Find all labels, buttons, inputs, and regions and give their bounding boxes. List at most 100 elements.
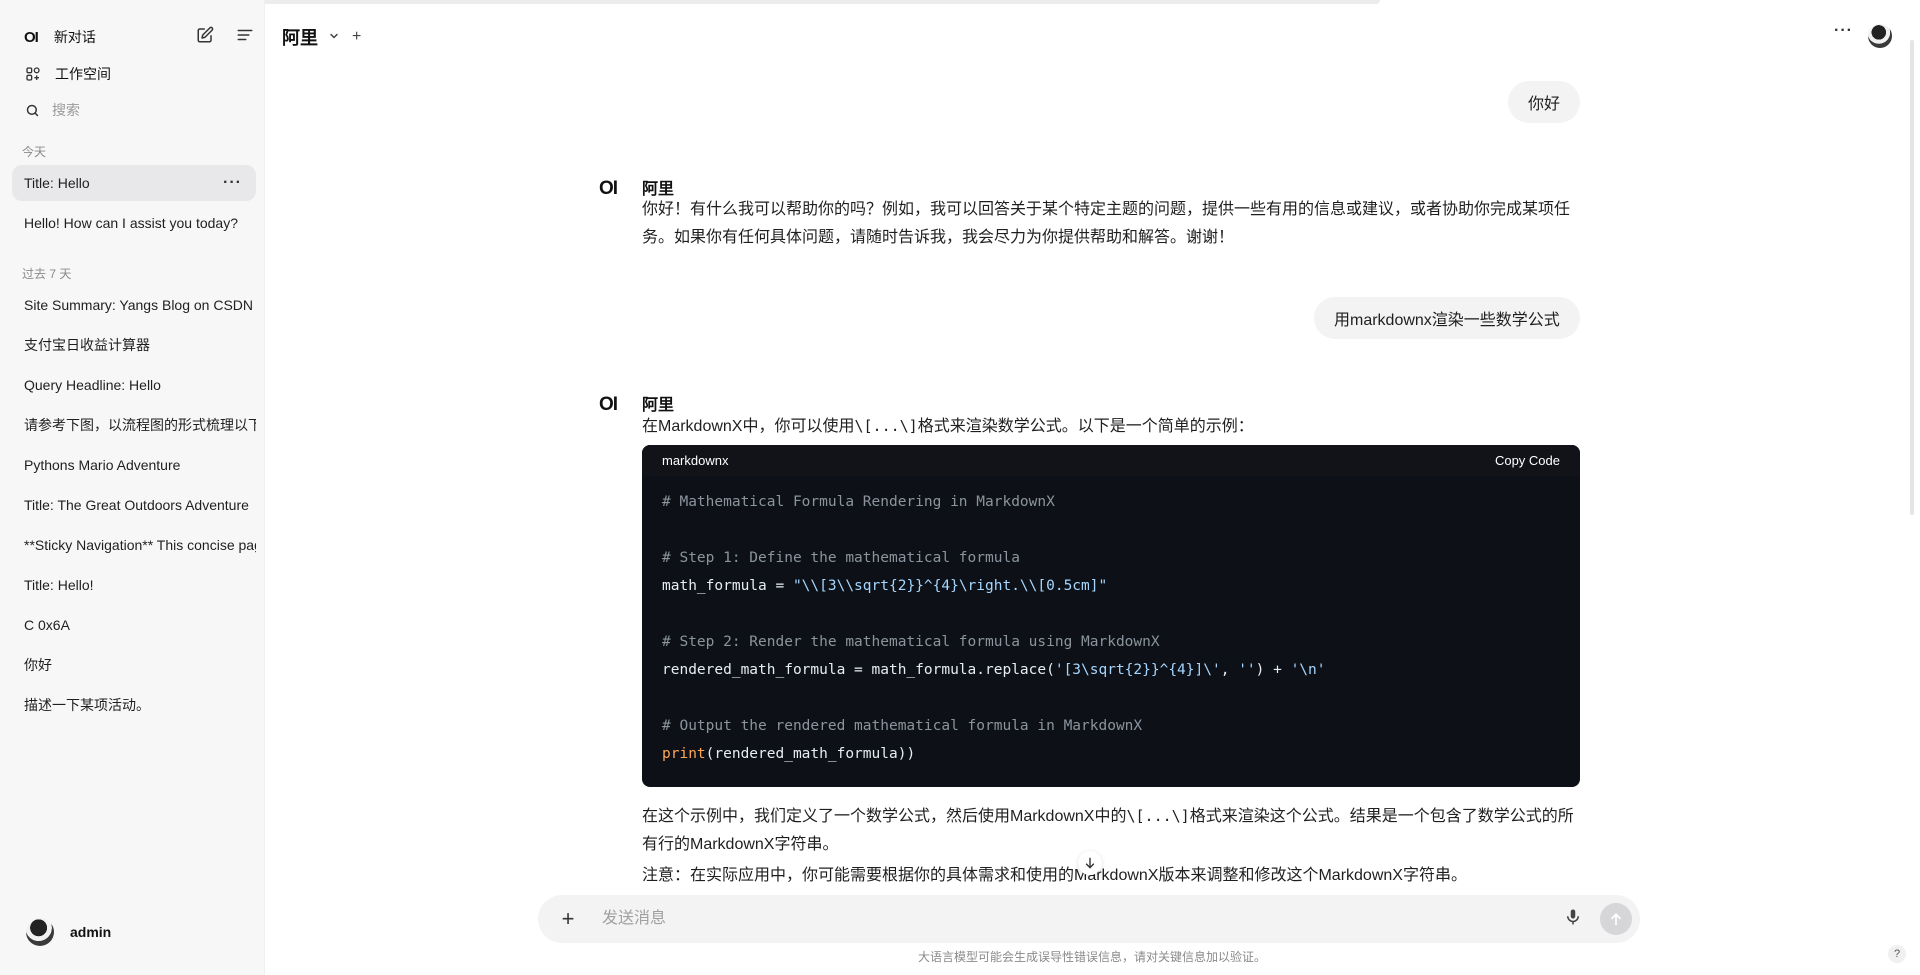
chat-item[interactable]: Title: Hello! [12,567,256,603]
code-token: '[3\sqrt{2}}^{4}]\' [1054,662,1221,678]
copy-code-button[interactable]: Copy Code [1495,453,1560,468]
code-header: markdownx Copy Code [642,445,1580,476]
more-options-icon[interactable]: ··· [1834,22,1853,40]
chat-item-label: 请参考下图，以流程图的形式梳理以下内容 [24,417,256,433]
code-block: markdownx Copy Code # Mathematical Formu… [642,445,1580,787]
assistant-intro: 在MarkdownX中，你可以使用\[...\]格式来渲染数学公式。以下是一个简… [642,412,1582,441]
sidebar-search[interactable] [12,96,252,124]
disclaimer: 大语言模型可能会生成误导性错误信息，请对关键信息加以验证。 [917,950,1266,964]
code-token: "\\[3\\sqrt{2}}^{4}\right.\\[0.5cm]" [792,578,1108,594]
section-label-today: 今天 [22,145,47,159]
chat-item[interactable]: Title: The Great Outdoors Adventure [12,487,256,523]
microphone-icon[interactable] [1564,908,1582,931]
help-button[interactable]: ? [1888,945,1906,963]
chat-item-label: 描述一下某项活动。 [24,697,150,713]
workspace-link[interactable]: 工作空间 [12,60,252,88]
code-token: ) + [1255,662,1291,678]
code-token: math_formula = [662,578,793,594]
assistant-logo: OI [599,394,618,415]
chat-item-label: Title: Hello! [24,577,94,593]
message-input[interactable] [600,909,1564,929]
code-token: , [1220,662,1239,678]
avatar[interactable] [1868,24,1892,48]
inline-code: \[...\] [854,417,918,435]
send-button[interactable] [1600,903,1632,935]
code-line: rendered_math_formula = math_formula.rep… [662,656,1560,684]
chat-item[interactable]: 支付宝日收益计算器 [12,327,256,363]
scrollbar[interactable] [1910,40,1914,515]
more-options-icon[interactable]: ··· [223,174,242,192]
chat-item[interactable]: 描述一下某项活动。 [12,687,256,723]
sidebar-actions [196,26,254,44]
new-chat-label: 新对话 [53,29,96,45]
workspace-label: 工作空间 [55,66,111,82]
edit-icon[interactable] [196,26,214,44]
code-line: print(rendered_math_formula)) [662,740,1560,768]
top-strip [150,0,1380,4]
assistant-explanation: 在这个示例中，我们定义了一个数学公式，然后使用MarkdownX中的\[...\… [642,802,1582,859]
chat-item-label: 你好 [24,657,52,673]
arrow-up-icon [1611,913,1621,926]
chat-item-label: Site Summary: Yangs Blog on CSDN [24,297,254,313]
code-line: math_formula = "\\[3\\sqrt{2}}^{4}\right… [662,572,1560,600]
chat-item[interactable]: 你好 [12,647,256,683]
attach-plus-button[interactable]: + [556,906,580,932]
workspace-icon [25,66,41,82]
search-icon [25,103,40,118]
code-language: markdownx [662,453,729,468]
text-span: 格式来渲染数学公式。以下是一个简单的示例： [917,418,1254,435]
add-model-icon[interactable]: + [352,28,361,46]
text-span: 格式来渲染这个公式。结果是一个包含了数学公式的所 [1189,808,1574,825]
menu-icon[interactable] [236,26,254,44]
chat-item[interactable]: **Sticky Navigation** This concise page [12,527,256,563]
scroll-to-bottom-button[interactable] [1078,851,1102,875]
message-line: 你好！有什么我可以帮助你的吗？例如，我可以回答关于某个特定主题的问题，提供一些有… [642,201,1571,218]
chat-item[interactable]: 请参考下图，以流程图的形式梳理以下内容 [12,407,256,443]
chat-item-label: Query Headline: Hello [24,377,161,393]
assistant-message: 你好！有什么我可以帮助你的吗？例如，我可以回答关于某个特定主题的问题，提供一些有… [642,196,1582,252]
chat-item-label: Title: The Great Outdoors Adventure [24,497,249,513]
sidebar: OI 新对话 工作空间 今天 Title: Hello ··· Hello! H… [0,0,265,975]
chat-item-active[interactable]: Title: Hello ··· [12,165,256,201]
code-token: rendered_math_formula = math_formula.rep… [662,662,1055,678]
code-line: # Step 1: Define the mathematical formul… [662,550,1020,566]
chat-item[interactable]: Hello! How can I assist you today? [12,205,256,241]
message-composer: + [538,895,1640,943]
user-name: admin [70,924,112,940]
code-token: '\n' [1290,662,1326,678]
section-label-past-7-days: 过去 7 天 [22,267,72,281]
arrow-down-icon [1085,857,1095,869]
code-line: # Mathematical Formula Rendering in Mark… [662,494,1055,510]
chat-item-label: Pythons Mario Adventure [24,457,181,473]
code-line: # Step 2: Render the mathematical formul… [662,634,1160,650]
chat-item-label: 支付宝日收益计算器 [24,337,150,353]
assistant-logo: OI [599,178,618,199]
search-input[interactable] [50,101,234,119]
chat-item-label: **Sticky Navigation** This concise page [24,537,256,553]
chat-item[interactable]: Query Headline: Hello [12,367,256,403]
text-span: 在这个示例中，我们定义了一个数学公式，然后使用MarkdownX中的 [642,808,1127,825]
chevron-down-icon[interactable] [328,30,340,45]
code-token: print [662,746,706,762]
message-line: 务。如果你有任何具体问题，请随时告诉我，我会尽力为你提供帮助和解答。谢谢！ [642,229,1235,246]
code-body: # Mathematical Formula Rendering in Mark… [642,476,1580,780]
chat-item[interactable]: C 0x6A [12,607,256,643]
message-line: 在这个示例中，我们定义了一个数学公式，然后使用MarkdownX中的\[...\… [642,802,1582,831]
code-token: (rendered_math_formula)) [705,746,916,762]
chat-item[interactable]: Site Summary: Yangs Blog on CSDN [12,287,256,323]
inline-code: \[...\] [1126,807,1190,825]
message-line: 有行的MarkdownX字符串。 [642,836,839,853]
chat-item[interactable]: Pythons Mario Adventure [12,447,256,483]
user-menu[interactable]: admin [26,918,111,946]
model-selector[interactable]: 阿里 + [282,24,361,50]
assistant-note: 注意：在实际应用中，你可能需要根据你的具体需求和使用的MarkdownX版本来调… [642,867,1467,884]
user-message: 用markdownx渲染一些数学公式 [1314,297,1580,339]
chat-item-label: Hello! How can I assist you today? [24,215,238,231]
chat-item-label: C 0x6A [24,617,70,633]
user-message: 你好 [1508,81,1581,123]
app-logo: OI [24,28,39,46]
chat-item-label: Title: Hello [24,175,90,191]
